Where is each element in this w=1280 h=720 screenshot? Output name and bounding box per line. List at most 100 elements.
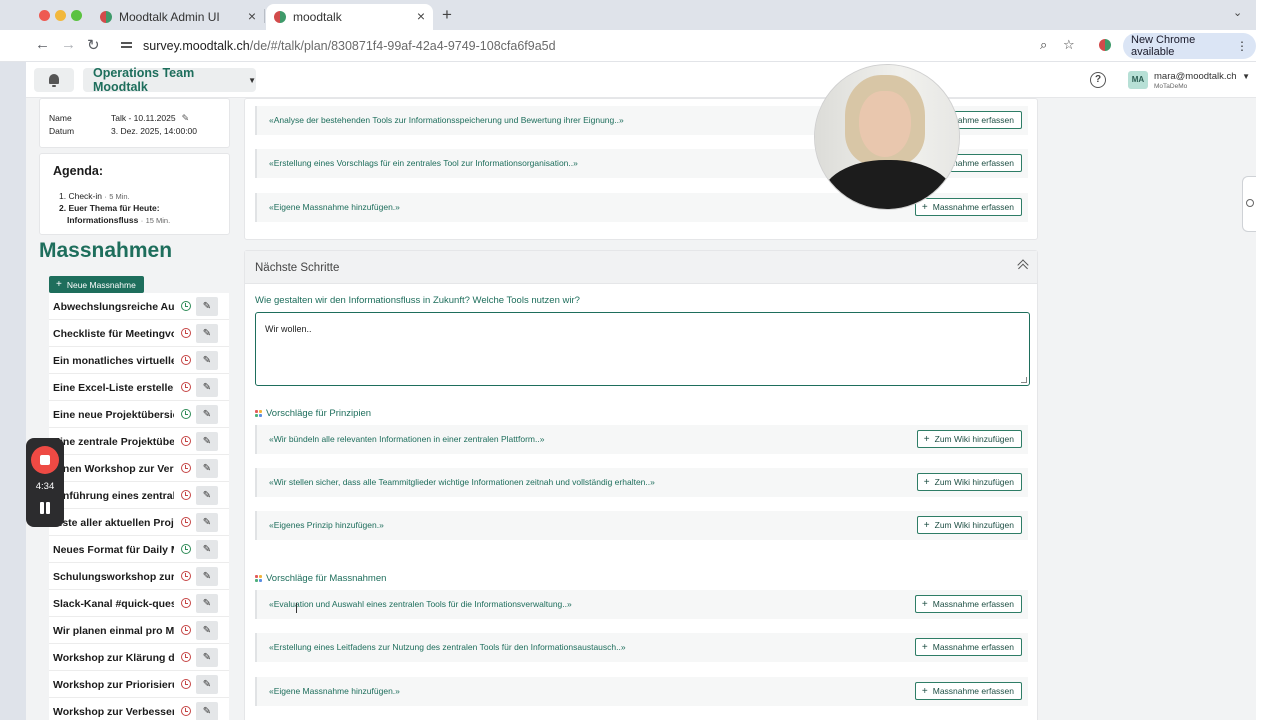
massnahme-erfassen-button[interactable]: +Massnahme erfassen xyxy=(914,638,1022,656)
notifications-button[interactable] xyxy=(34,68,74,92)
next-steps-header[interactable]: Nächste Schritte xyxy=(245,251,1037,284)
chevron-up-icon[interactable] xyxy=(1017,259,1029,271)
edit-button[interactable]: ✎ xyxy=(196,324,218,343)
plus-icon: + xyxy=(56,279,62,290)
massnahmen-title: Massnahmen xyxy=(39,239,173,262)
recording-timer: 4:34 xyxy=(35,481,55,492)
list-item[interactable]: Workshop zur Verbesseru…✎ xyxy=(49,698,229,720)
principle-suggestion-row: «Eigenes Prinzip hinzufügen.» + Zum Wiki … xyxy=(255,511,1028,540)
zoom-icon[interactable]: ⌕ xyxy=(1040,37,1047,53)
measure-suggestion-row: «Evaluation und Auswahl eines zentralen … xyxy=(255,590,1028,619)
edit-button[interactable]: ✎ xyxy=(196,567,218,586)
clock-icon xyxy=(181,706,191,716)
back-arrow-icon[interactable]: ← xyxy=(35,36,50,53)
moodtalk-favicon-icon xyxy=(274,11,286,23)
measure-suggestion-row: «Erstellung eines Leitfadens zur Nutzung… xyxy=(255,633,1028,662)
list-item[interactable]: Checkliste für Meetingvor…✎ xyxy=(49,320,229,347)
plus-icon: + xyxy=(923,519,930,531)
clock-icon xyxy=(181,463,191,473)
close-icon[interactable]: × xyxy=(248,8,256,24)
massnahme-erfassen-button[interactable]: +Massnahme erfassen xyxy=(914,682,1022,700)
massnahmen-list: Abwechslungsreiche Auf…✎ Checkliste für … xyxy=(49,293,229,720)
edit-button[interactable]: ✎ xyxy=(196,702,218,720)
list-item[interactable]: Ein monatliches virtuelles…✎ xyxy=(49,347,229,374)
team-selector[interactable]: Operations Team Moodtalk ▼ xyxy=(83,66,256,94)
name-label: Name xyxy=(49,113,72,123)
window-close-button[interactable] xyxy=(39,10,50,21)
user-email[interactable]: mara@moodtalk.ch ▼ xyxy=(1154,71,1250,82)
edit-button[interactable]: ✎ xyxy=(196,486,218,505)
plus-icon: + xyxy=(921,685,928,697)
add-to-wiki-button[interactable]: + Zum Wiki hinzufügen xyxy=(916,473,1022,491)
forward-arrow-icon[interactable]: → xyxy=(61,36,76,53)
list-item[interactable]: Wir planen einmal pro Mo…✎ xyxy=(49,617,229,644)
edit-button[interactable]: ✎ xyxy=(196,351,218,370)
site-settings-icon[interactable] xyxy=(120,40,133,53)
section-title: Nächste Schritte xyxy=(255,262,340,274)
edit-button[interactable]: ✎ xyxy=(196,513,218,532)
browser-tab-moodtalk[interactable]: moodtalk × xyxy=(266,4,433,30)
massnahme-erfassen-button[interactable]: +Massnahme erfassen xyxy=(914,595,1022,613)
list-item[interactable]: Einführung eines zentrale…✎ xyxy=(49,482,229,509)
edit-button[interactable]: ✎ xyxy=(196,594,218,613)
plus-icon: + xyxy=(921,598,928,610)
list-item[interactable]: Schulungsworkshop zur e…✎ xyxy=(49,563,229,590)
window-minimize-button[interactable] xyxy=(55,10,66,21)
clock-icon xyxy=(181,571,191,581)
camera-icon xyxy=(1246,199,1254,207)
agenda-item: 2. Euer Thema für Heute: xyxy=(59,203,160,213)
extension-icon[interactable] xyxy=(1099,39,1111,51)
answer-textarea[interactable]: Wir wollen.. xyxy=(255,312,1030,386)
edit-button[interactable]: ✎ xyxy=(196,459,218,478)
avatar[interactable]: MA xyxy=(1128,71,1148,89)
close-icon[interactable]: × xyxy=(417,8,425,24)
side-panel-tab[interactable] xyxy=(1242,176,1256,232)
stop-recording-button[interactable] xyxy=(31,446,59,474)
list-item[interactable]: Eine neue Projektübersic…✎ xyxy=(49,401,229,428)
pencil-icon[interactable]: ✎ xyxy=(182,113,190,124)
list-item[interactable]: Einen Workshop zur Verbe…✎ xyxy=(49,455,229,482)
list-item[interactable]: Abwechslungsreiche Auf…✎ xyxy=(49,293,229,320)
text-cursor-icon xyxy=(296,603,297,613)
address-bar[interactable]: survey.moodtalk.ch/de/#/talk/plan/830871… xyxy=(110,33,1090,59)
edit-button[interactable]: ✎ xyxy=(196,378,218,397)
tab-title: moodtalk xyxy=(293,10,342,24)
bookmark-star-icon[interactable]: ☆ xyxy=(1063,37,1075,53)
edit-button[interactable]: ✎ xyxy=(196,432,218,451)
measure-suggestion-row: «Eigene Massnahme hinzufügen.» + Massnahm… xyxy=(255,677,1028,706)
agenda-item: 1. Check-in · 5 Min. xyxy=(59,191,130,201)
edit-button[interactable]: ✎ xyxy=(196,648,218,667)
list-item[interactable]: Liste aller aktuellen Proje…✎ xyxy=(49,509,229,536)
edit-button[interactable]: ✎ xyxy=(196,405,218,424)
help-icon[interactable]: ? xyxy=(1090,72,1106,88)
list-item[interactable]: Workshop zur Klärung der…✎ xyxy=(49,644,229,671)
pause-icon[interactable] xyxy=(39,502,51,514)
app-viewport: Operations Team Moodtalk ▼ ? MA mara@mood… xyxy=(26,62,1256,720)
add-to-wiki-button[interactable]: + Zum Wiki hinzufügen xyxy=(916,516,1022,534)
edit-button[interactable]: ✎ xyxy=(196,621,218,640)
url-text: survey.moodtalk.ch/de/#/talk/plan/830871… xyxy=(143,39,556,53)
resize-handle-icon[interactable] xyxy=(1021,377,1027,383)
edit-button[interactable]: ✎ xyxy=(196,675,218,694)
edit-button[interactable]: ✎ xyxy=(196,540,218,559)
chevron-down-icon[interactable]: ⌄ xyxy=(1233,6,1242,19)
clock-icon xyxy=(181,436,191,446)
browser-tab-admin[interactable]: Moodtalk Admin UI × xyxy=(92,4,264,30)
list-item[interactable]: Neues Format für Daily M…✎ xyxy=(49,536,229,563)
measures-label: Vorschläge für Massnahmen xyxy=(255,573,386,584)
list-item[interactable]: Slack-Kanal #quick-ques… ✎ xyxy=(49,590,229,617)
list-item[interactable]: Workshop zur Priorisierun…✎ xyxy=(49,671,229,698)
kebab-menu-icon[interactable]: ⋮ xyxy=(1236,39,1248,53)
new-tab-icon[interactable]: + xyxy=(442,5,452,25)
add-to-wiki-button[interactable]: + Zum Wiki hinzufügen xyxy=(916,430,1022,448)
new-massnahme-button[interactable]: + Neue Massnahme xyxy=(49,276,144,293)
browser-toolbar: ← → ↻ survey.moodtalk.ch/de/#/talk/plan/… xyxy=(0,30,1256,62)
reload-icon[interactable]: ↻ xyxy=(87,36,100,54)
new-chrome-available-button[interactable]: New Chrome available ⋮ xyxy=(1123,33,1256,59)
window-edge xyxy=(1256,0,1280,720)
edit-button[interactable]: ✎ xyxy=(196,297,218,316)
list-item[interactable]: Eine zentrale Projektüber…✎ xyxy=(49,428,229,455)
webcam-overlay[interactable] xyxy=(814,64,960,210)
window-zoom-button[interactable] xyxy=(71,10,82,21)
list-item[interactable]: Eine Excel-Liste erstellen,…✎ xyxy=(49,374,229,401)
